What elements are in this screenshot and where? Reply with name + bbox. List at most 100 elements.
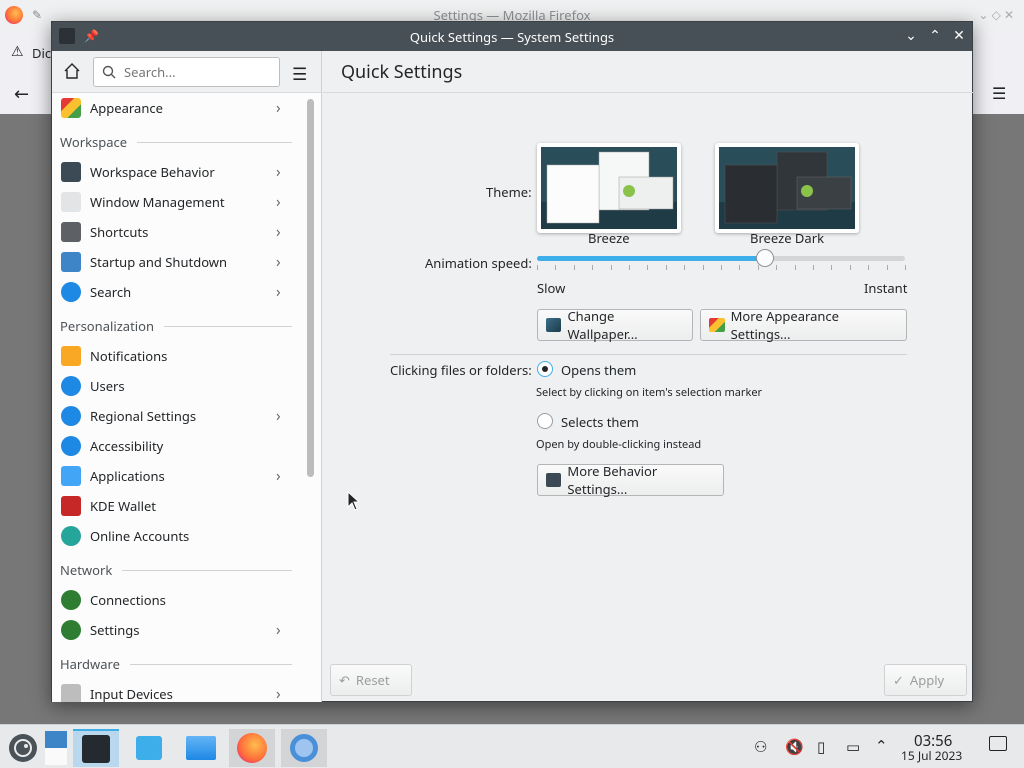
sidebar-item-label: Connections	[90, 591, 166, 609]
warning-icon: ⚠	[11, 42, 24, 61]
chevron-right-icon: ›	[276, 222, 281, 242]
slider-tick	[629, 265, 630, 270]
reset-button[interactable]: ↶ Reset	[330, 664, 412, 696]
opens-them-radio[interactable]	[537, 361, 553, 377]
taskbar-chromium[interactable]	[281, 729, 327, 767]
check-icon: ✓	[893, 671, 904, 689]
sidebar-item-accessibility[interactable]: Accessibility	[52, 431, 300, 461]
taskbar-system-settings[interactable]	[73, 729, 119, 767]
apply-label: Apply	[909, 671, 945, 689]
slider-tick	[758, 265, 759, 270]
display-icon[interactable]: ▭	[846, 737, 860, 757]
animation-speed-slider[interactable]	[537, 249, 907, 271]
change-wallpaper-button[interactable]: Change Wallpaper...	[537, 307, 693, 343]
chevron-right-icon: ›	[276, 192, 281, 212]
tray-expand-icon[interactable]: ⌃	[875, 736, 888, 756]
section-divider	[137, 141, 292, 143]
sidebar-scrollbar[interactable]	[307, 99, 314, 477]
firefox-menu-icon[interactable]: ☰	[992, 82, 1006, 104]
sidebar-item-input-devices[interactable]: Input Devices ›	[52, 679, 300, 702]
sidebar-item-regional-settings[interactable]: Regional Settings ›	[52, 401, 300, 431]
firefox-window-controls[interactable]: ⌄ ◇ ✕	[978, 6, 1014, 23]
slider-tick	[666, 265, 667, 270]
search-input[interactable]	[93, 57, 280, 87]
slider-tick	[592, 265, 593, 270]
sidebar-toolbar: ☰	[52, 51, 321, 93]
sidebar-item-users[interactable]: Users	[52, 371, 300, 401]
theme-breeze[interactable]	[537, 143, 681, 233]
theme-label: Theme:	[486, 183, 532, 201]
selects-them-label[interactable]: Selects them	[561, 413, 639, 431]
sidebar-item-label: Shortcuts	[90, 223, 149, 241]
firefox-tab-label[interactable]: Dic	[32, 44, 51, 62]
window-management-icon	[61, 192, 81, 212]
opens-them-hint: Select by clicking on item's selection m…	[536, 385, 763, 400]
usb-icon[interactable]: ▯	[817, 737, 825, 757]
back-arrow-icon[interactable]: ←	[14, 82, 29, 106]
more-appearance-label: More Appearance Settings...	[730, 307, 840, 343]
slider-handle[interactable]	[756, 249, 774, 267]
online-accounts-icon	[61, 526, 81, 546]
search-globe-icon	[61, 282, 81, 302]
connections-icon	[61, 590, 81, 610]
breeze-preview-image	[541, 147, 677, 229]
show-desktop-icon[interactable]	[989, 736, 1007, 751]
chevron-right-icon: ›	[276, 406, 281, 426]
change-wallpaper-label: Change Wallpaper...	[567, 307, 638, 343]
opens-them-label[interactable]: Opens them	[561, 361, 636, 379]
sidebar-item-appearance[interactable]: Appearance ›	[52, 93, 300, 123]
sidebar-item-search[interactable]: Search ›	[52, 277, 300, 307]
mouse-cursor	[347, 491, 359, 511]
sidebar-item-applications[interactable]: Applications ›	[52, 461, 300, 491]
sidebar-item-workspace-behavior[interactable]: Workspace Behavior ›	[52, 157, 300, 187]
sidebar: ☰ Appearance › Workspace Workspace Behavior…	[52, 51, 322, 702]
sidebar-item-label: Startup and Shutdown	[90, 253, 228, 271]
slider-tick	[611, 265, 612, 270]
workspace-behavior-icon	[546, 473, 562, 487]
more-appearance-settings-button[interactable]: More Appearance Settings...	[700, 307, 907, 343]
window-titlebar: 📌 Quick Settings — System Settings ⌄ ⌃ ✕	[52, 22, 972, 51]
sidebar-item-window-management[interactable]: Window Management ›	[52, 187, 300, 217]
sidebar-item-online-accounts[interactable]: Online Accounts	[52, 521, 300, 551]
pager-icon	[45, 731, 67, 765]
sidebar-item-kde-wallet[interactable]: KDE Wallet	[52, 491, 300, 521]
sidebar-item-label: KDE Wallet	[90, 497, 157, 515]
sidebar-section-label: Hardware	[60, 655, 120, 673]
sidebar-item-settings[interactable]: Settings ›	[52, 615, 300, 645]
sidebar-item-notifications[interactable]: Notifications	[52, 341, 300, 371]
mouse-icon	[61, 684, 81, 702]
sidebar-item-connections[interactable]: Connections	[52, 585, 300, 615]
maximize-button[interactable]: ⌃	[926, 27, 944, 45]
taskbar-firefox[interactable]	[229, 729, 275, 767]
taskbar-discover[interactable]	[126, 729, 172, 767]
hamburger-menu-button[interactable]: ☰	[292, 62, 307, 85]
apply-button[interactable]: ✓ Apply	[884, 664, 967, 696]
theme-breeze-dark[interactable]	[715, 143, 859, 233]
workspace-behavior-icon	[61, 162, 81, 182]
home-button[interactable]	[63, 62, 83, 82]
clock-date[interactable]: 15 Jul 2023	[901, 747, 962, 764]
sidebar-item-label: Window Management	[90, 193, 225, 211]
chevron-right-icon: ›	[276, 684, 281, 702]
volume-muted-icon[interactable]: 🔇	[785, 737, 804, 757]
reset-label: Reset	[355, 671, 390, 689]
chromium-icon	[290, 734, 318, 762]
slider-fill	[537, 256, 765, 261]
close-button[interactable]: ✕	[950, 27, 968, 45]
minimize-button[interactable]: ⌄	[902, 27, 920, 45]
network-tray-icon[interactable]: ⚇	[754, 737, 767, 757]
chevron-right-icon: ›	[276, 162, 281, 182]
section-divider	[390, 354, 907, 355]
folder-icon	[186, 736, 216, 760]
search-field[interactable]	[122, 62, 272, 82]
taskbar-dolphin[interactable]	[178, 729, 224, 767]
more-behavior-settings-button[interactable]: More Behavior Settings...	[537, 462, 724, 498]
slider-tick	[831, 265, 832, 270]
slider-tick	[537, 265, 538, 270]
firefox-icon	[237, 733, 267, 763]
sidebar-item-shortcuts[interactable]: Shortcuts ›	[52, 217, 300, 247]
pager[interactable]	[40, 729, 72, 767]
selects-them-radio[interactable]	[537, 413, 553, 429]
opensuse-icon	[9, 734, 37, 762]
sidebar-item-startup-and-shutdown[interactable]: Startup and Shutdown ›	[52, 247, 300, 277]
